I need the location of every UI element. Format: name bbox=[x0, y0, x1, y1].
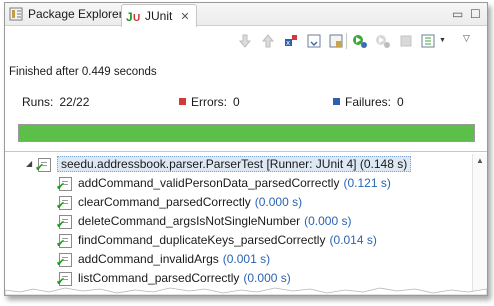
test-run-session-icon[interactable] bbox=[328, 33, 344, 49]
suite-name: seedu.addressbook.parser.ParserTest [Run… bbox=[61, 156, 357, 171]
test-tree: ◢ ✔ seedu.addressbook.parser.ParserTest … bbox=[5, 154, 473, 295]
failures-counter: Failures: 0 bbox=[333, 95, 404, 109]
next-failure-icon[interactable] bbox=[237, 33, 253, 49]
tab-label: JUnit bbox=[145, 9, 173, 23]
close-icon[interactable]: ✕ bbox=[180, 10, 189, 23]
runs-value: 22/22 bbox=[59, 95, 90, 109]
errors-label: Errors: bbox=[191, 95, 227, 109]
failures-label: Failures: bbox=[345, 95, 392, 109]
stop-icon[interactable] bbox=[398, 33, 414, 49]
test-name: addCommand_validPersonData_parsedCorrect… bbox=[78, 175, 340, 190]
chevron-down-icon[interactable]: ▼ bbox=[439, 37, 446, 44]
test-row[interactable]: ✔ addCommand_invalidArgs (0.001 s) bbox=[5, 249, 473, 269]
junit-view: Package Explorer J U JUnit ✕ ▭ ☐ x ▼ ▽ F… bbox=[4, 2, 488, 296]
test-history-icon[interactable] bbox=[420, 33, 436, 49]
tab-package-explorer[interactable]: Package Explorer bbox=[9, 3, 123, 25]
test-passed-icon: ✔ bbox=[56, 175, 73, 192]
show-failures-only-icon[interactable]: x bbox=[283, 33, 299, 49]
rerun-test-icon[interactable] bbox=[352, 33, 368, 49]
test-time: (0.121 s) bbox=[343, 175, 391, 190]
scrollbar[interactable]: ▲ bbox=[472, 154, 487, 295]
scroll-up-icon[interactable]: ▲ bbox=[476, 156, 484, 165]
test-passed-icon: ✔ bbox=[56, 213, 73, 230]
status-text: Finished after 0.449 seconds bbox=[9, 66, 157, 78]
svg-text:x: x bbox=[286, 39, 290, 47]
previous-failure-icon[interactable] bbox=[260, 33, 276, 49]
test-name: clearCommand_parsedCorrectly bbox=[78, 194, 251, 209]
tree-root-label: seedu.addressbook.parser.ParserTest [Run… bbox=[57, 155, 412, 172]
failures-value: 0 bbox=[397, 95, 404, 109]
tab-junit[interactable]: J U JUnit ✕ bbox=[121, 4, 197, 27]
test-suite-icon: ✔ bbox=[35, 156, 52, 173]
runs-label: Runs: bbox=[22, 95, 54, 109]
test-passed-icon: ✔ bbox=[56, 251, 73, 268]
view-menu-icon[interactable]: ▽ bbox=[463, 33, 470, 44]
junit-toolbar: x ▼ ▽ bbox=[5, 27, 487, 53]
divider bbox=[5, 151, 487, 152]
test-passed-icon: ✔ bbox=[56, 194, 73, 211]
minimize-icon[interactable]: ▭ bbox=[452, 7, 463, 21]
test-name: findCommand_duplicateKeys_parsedCorrectl… bbox=[78, 232, 326, 247]
rerun-failed-first-icon[interactable] bbox=[375, 33, 391, 49]
test-name: deleteCommand_argsIsNotSingleNumber bbox=[78, 213, 301, 228]
package-explorer-icon bbox=[9, 7, 23, 21]
test-time: (0.000 s) bbox=[254, 194, 303, 209]
counters-panel: Runs: 22/22 Errors: 0 Failures: 0 bbox=[5, 91, 487, 113]
svg-text:J: J bbox=[126, 10, 133, 23]
progress-fill bbox=[19, 125, 474, 141]
test-row[interactable]: ✔ clearCommand_parsedCorrectly (0.000 s) bbox=[5, 192, 473, 212]
failure-icon bbox=[333, 98, 340, 105]
maximize-icon[interactable]: ☐ bbox=[470, 7, 481, 21]
toolbar-separator bbox=[346, 33, 347, 49]
test-row[interactable]: ✔ deleteCommand_argsIsNotSingleNumber (0.0… bbox=[5, 211, 473, 231]
progress-bar bbox=[18, 124, 475, 142]
test-passed-icon: ✔ bbox=[56, 232, 73, 249]
junit-icon: J U bbox=[126, 9, 140, 24]
test-name: addCommand_invalidArgs bbox=[78, 251, 219, 266]
tree-root-row[interactable]: ◢ ✔ seedu.addressbook.parser.ParserTest … bbox=[5, 154, 473, 173]
tab-label: Package Explorer bbox=[28, 7, 123, 21]
tab-bar: Package Explorer J U JUnit ✕ ▭ ☐ bbox=[5, 3, 487, 27]
errors-counter: Errors: 0 bbox=[179, 95, 240, 109]
scroll-lock-icon[interactable] bbox=[306, 33, 322, 49]
test-row[interactable]: ✔ findCommand_duplicateKeys_parsedCorrect… bbox=[5, 230, 473, 250]
svg-text:U: U bbox=[133, 13, 140, 23]
torn-edge bbox=[5, 287, 487, 295]
runs-counter: Runs: 22/22 bbox=[22, 95, 89, 109]
test-row[interactable]: ✔ addCommand_validPersonData_parsedCorrec… bbox=[5, 173, 473, 193]
test-time: (0.000 s) bbox=[304, 213, 352, 228]
suite-time: (0.148 s) bbox=[359, 156, 408, 171]
test-time: (0.001 s) bbox=[222, 251, 271, 266]
errors-value: 0 bbox=[233, 95, 240, 109]
error-icon bbox=[179, 98, 186, 105]
test-time: (0.014 s) bbox=[329, 232, 377, 247]
